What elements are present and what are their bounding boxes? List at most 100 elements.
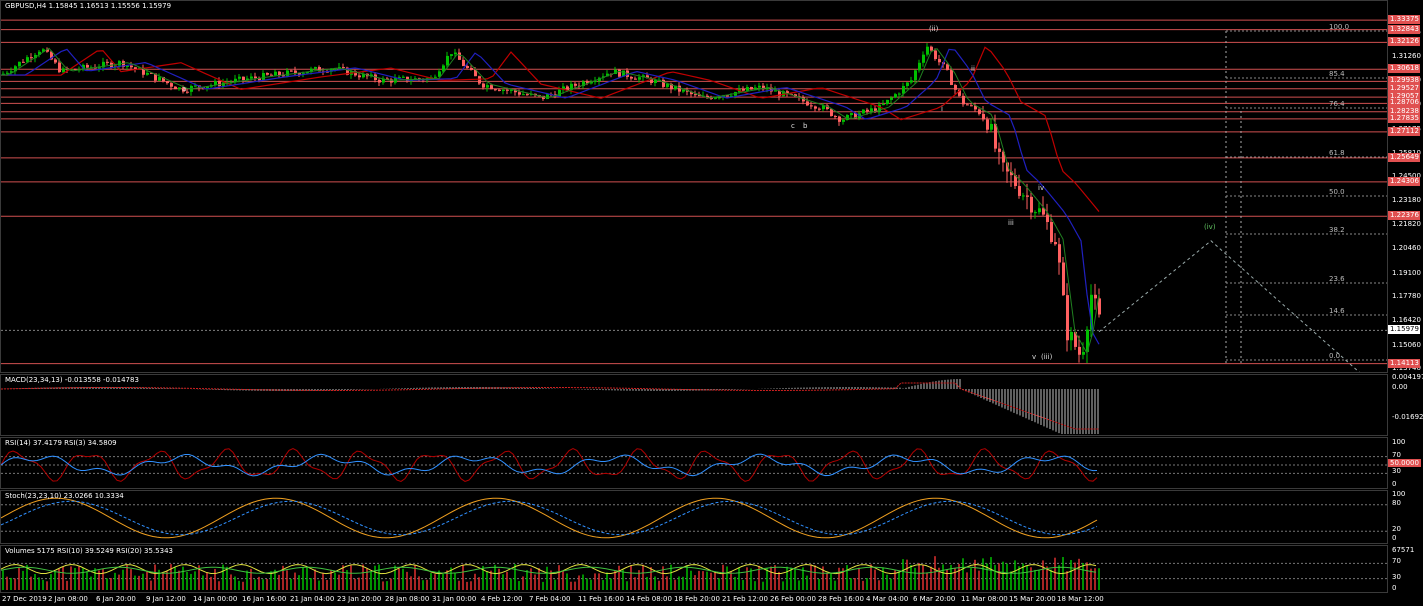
candle-body xyxy=(458,52,461,60)
candle-body xyxy=(630,76,633,79)
rsi-pane[interactable]: RSI(14) 37.4179 RSI(3) 34.5809 xyxy=(0,437,1388,489)
candle-body xyxy=(902,85,905,94)
horizontal-level-price-tag: 1.14113 xyxy=(1388,358,1420,368)
time-axis-label: 6 Mar 20:00 xyxy=(913,595,956,603)
rsi-title: RSI(14) 37.4179 RSI(3) 34.5809 xyxy=(5,439,117,447)
candle-body xyxy=(58,62,61,73)
fib-level-label: 14.6 xyxy=(1329,307,1345,315)
candle-body xyxy=(522,94,525,96)
volumes-canvas xyxy=(1,556,1387,590)
rsi-canvas xyxy=(1,447,1387,482)
volumes-pane[interactable]: Volumes 5175 RSI(10) 39.5249 RSI(20) 35.… xyxy=(0,545,1388,593)
candle-body xyxy=(750,87,753,90)
elliott-wave-label: iv xyxy=(1038,184,1045,192)
candle-body xyxy=(402,76,405,78)
elliott-wave-label: iii xyxy=(1008,219,1014,227)
candle-body xyxy=(506,89,509,91)
candle-body xyxy=(1030,196,1033,213)
time-axis-label: 11 Mar 08:00 xyxy=(961,595,1008,603)
candle-body xyxy=(866,109,869,112)
time-axis-label: 2 Jan 08:00 xyxy=(48,595,88,603)
candle-body xyxy=(446,55,449,66)
candle-body xyxy=(694,94,697,96)
stoch-pane[interactable]: Stoch(23,23,10) 23.0266 10.3334 xyxy=(0,490,1388,544)
stoch-axis: 100 80 20 0 xyxy=(1388,490,1423,544)
fib-level-label: 85.4 xyxy=(1329,70,1345,78)
candle-body xyxy=(1062,262,1065,296)
horizontal-level-price-tag: 1.27112 xyxy=(1388,126,1420,136)
candle-body xyxy=(526,94,529,96)
price-tick-label: 1.15060 xyxy=(1392,340,1421,349)
price-chart-canvas xyxy=(1,19,1387,372)
price-tick-label: 1.19100 xyxy=(1392,268,1421,277)
horizontal-level-price-tag: 1.32843 xyxy=(1388,24,1420,34)
stoch-axis-label: 80 xyxy=(1392,498,1401,507)
candle-body xyxy=(1054,242,1057,245)
candle-body xyxy=(6,72,9,74)
candle-body xyxy=(886,99,889,105)
stoch-main-line xyxy=(1,497,1098,539)
time-axis-label: 4 Feb 12:00 xyxy=(481,595,523,603)
horizontal-level-price-tag: 1.27835 xyxy=(1388,113,1420,123)
elliott-wave-label: (ii) xyxy=(929,25,939,33)
main-chart-pane[interactable]: GBPUSD,H4 1.15845 1.16513 1.15556 1.1597… xyxy=(0,0,1388,373)
price-tick-label: 1.31260 xyxy=(1392,51,1421,60)
time-axis-label: 15 Mar 20:00 xyxy=(1009,595,1056,603)
rsi-axis-label: 30 xyxy=(1392,467,1401,476)
volume-axis-label: 0 xyxy=(1392,584,1397,592)
price-tick-label: 1.17780 xyxy=(1392,292,1421,301)
candle-body xyxy=(906,82,909,86)
candle-body xyxy=(1066,295,1069,341)
candle-body xyxy=(810,105,813,107)
candle-body xyxy=(774,90,777,92)
time-axis-label: 21 Feb 12:00 xyxy=(722,595,768,603)
current-price-tag: 1.15979 xyxy=(1388,325,1420,335)
candle-body xyxy=(166,81,169,84)
candle-body xyxy=(18,61,21,67)
candle-body xyxy=(862,109,865,114)
candle-body xyxy=(574,83,577,86)
horizontal-level-price-tag: 1.30618 xyxy=(1388,64,1420,74)
candle-body xyxy=(62,68,65,73)
candle-body xyxy=(998,148,1001,152)
candle-body xyxy=(938,59,941,63)
rsi-axis-label: 50.0000 xyxy=(1388,459,1421,467)
candle-body xyxy=(994,123,997,149)
fib-level-label: 50.0 xyxy=(1329,188,1345,196)
macd-pane[interactable]: MACD(23,34,13) -0.013558 -0.014783 xyxy=(0,374,1388,436)
candle-body xyxy=(278,71,281,76)
candle-body xyxy=(1070,331,1073,341)
candle-body xyxy=(486,85,489,88)
time-axis-label: 28 Feb 16:00 xyxy=(818,595,864,603)
candle-body xyxy=(482,83,485,88)
macd-axis-label: -0.01692 xyxy=(1392,413,1423,421)
candle-body xyxy=(454,52,457,55)
stoch-axis-label: 20 xyxy=(1392,525,1401,534)
time-axis-label: 18 Feb 20:00 xyxy=(674,595,720,603)
candle-body xyxy=(918,62,921,71)
candle-body xyxy=(1034,212,1037,214)
candle-body xyxy=(634,78,637,80)
candle-body xyxy=(186,91,189,93)
horizontal-level-price-tag: 1.22376 xyxy=(1388,211,1420,221)
time-axis-label: 4 Mar 04:00 xyxy=(866,595,909,603)
candle-body xyxy=(926,46,929,55)
candle-body xyxy=(158,77,161,81)
candle-body xyxy=(518,92,521,95)
candle-body xyxy=(842,119,845,122)
candle-body xyxy=(242,76,245,80)
candle-body xyxy=(718,97,721,99)
stoch-title: Stoch(23,23,10) 23.0266 10.3334 xyxy=(5,492,124,500)
candle-body xyxy=(22,61,25,63)
price-tick-label: 1.20460 xyxy=(1392,244,1421,253)
candle-body xyxy=(214,81,217,85)
horizontal-level-price-tag: 1.24306 xyxy=(1388,176,1420,186)
candle-body xyxy=(250,76,253,79)
candle-body xyxy=(930,46,933,51)
rsi-axis: 100 70 50.0000 30 0 xyxy=(1388,437,1423,489)
candle-body xyxy=(358,75,361,78)
candle-body xyxy=(978,109,981,114)
macd-axis-label: 0.004197 xyxy=(1392,373,1423,381)
rsi-axis-label: 0 xyxy=(1392,480,1397,488)
volumes-axis: 67571 70 30 0 xyxy=(1388,545,1423,593)
